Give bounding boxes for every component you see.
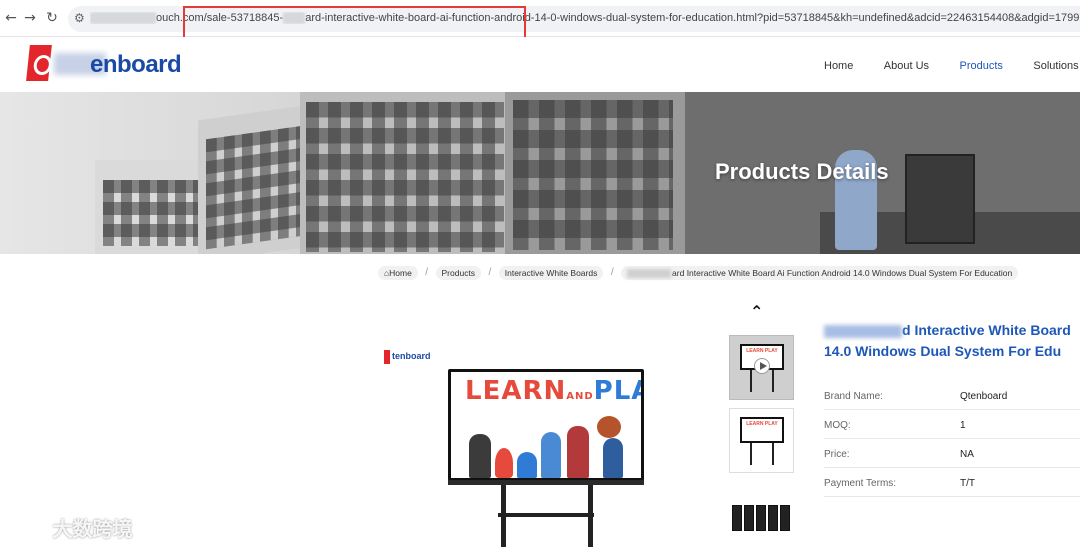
kid-figure [603, 438, 623, 478]
breadcrumb: ⌂Home / Products / Interactive White Boa… [378, 264, 1019, 282]
logo-text: enboard [90, 51, 182, 78]
breadcrumb-separator: / [488, 267, 492, 279]
site-logo[interactable]: enboard [26, 45, 182, 85]
kid-figure [567, 426, 589, 478]
thumbnail-image[interactable]: LEARN PLAY [729, 408, 794, 473]
brand-label: tenboard [392, 351, 431, 361]
play-icon[interactable] [754, 358, 770, 374]
watermark-logo-icon [9, 518, 46, 536]
hero-title: Products Details [715, 159, 889, 184]
kid-figure [469, 434, 491, 478]
nav-home[interactable]: Home [824, 60, 853, 72]
spec-row-brand: Brand Name: Qtenboard [824, 381, 1080, 410]
thumbnail-video[interactable]: LEARN PLAY [729, 335, 794, 400]
product-title: d Interactive White Board 14.0 Windows D… [824, 320, 1080, 362]
spec-label: Price: [824, 449, 850, 460]
spec-label: Payment Terms: [824, 478, 897, 489]
nav-products[interactable]: Products [960, 60, 1003, 72]
product-title-line1: d Interactive White Board [902, 322, 1071, 338]
spec-value: Qtenboard [960, 391, 1008, 402]
product-title-line2: 14.0 Windows Dual System For Edu [824, 343, 1062, 359]
hero-banner: Products Details [0, 92, 1080, 254]
breadcrumb-home-label: Home [389, 267, 412, 278]
kid-figure [541, 432, 561, 478]
breadcrumb-home[interactable]: ⌂Home [378, 265, 418, 280]
breadcrumb-separator: / [610, 267, 614, 279]
reload-icon[interactable]: ↻ [43, 9, 61, 27]
breadcrumb-redacted [627, 268, 672, 278]
building-image [300, 92, 510, 254]
watermark: 大数跨境 [8, 513, 132, 542]
product-brand-logo: tenboard [384, 350, 436, 364]
nav-solutions[interactable]: Solutions [1033, 60, 1078, 72]
breadcrumb-current: ard Interactive White Board Ai Function … [621, 265, 1019, 280]
browser-toolbar: ← → ↻ ⚙ xxxxxxxxxxxxouch.com/sale-537188… [0, 0, 1080, 37]
football-figure [597, 416, 621, 438]
board-screen: LEARNANDPLAY [451, 372, 641, 478]
nav-about-us[interactable]: About Us [884, 60, 929, 72]
spec-value: NA [960, 449, 974, 460]
url-redacted: xxxxxxxxxxxx [90, 12, 156, 24]
title-redacted [824, 324, 902, 338]
breadcrumb-interactive-white-boards[interactable]: Interactive White Boards [498, 265, 604, 280]
puzzle-figure [517, 452, 537, 478]
music-note-figure [495, 448, 513, 478]
screen-learn-play-text: LEARNANDPLAY [465, 376, 641, 406]
breadcrumb-products[interactable]: Products [435, 265, 482, 280]
logo-mark-icon [26, 45, 52, 81]
spec-value: 1 [960, 420, 966, 431]
spec-label: Brand Name: [824, 391, 883, 402]
lab-machine [905, 154, 975, 244]
main-nav: Home About Us Products Solutions Ne [824, 56, 1080, 74]
site-header: enboard Home About Us Products Solutions… [0, 37, 1080, 92]
building-image [95, 160, 205, 254]
spec-value: T/T [960, 478, 975, 489]
arrow-right-icon[interactable]: → [21, 9, 39, 27]
arrow-left-icon[interactable]: ← [2, 9, 20, 27]
spec-label: MOQ: [824, 420, 851, 431]
spec-row-price: Price: NA [824, 439, 1080, 468]
product-main-image[interactable]: LEARNANDPLAY [448, 369, 644, 481]
thumbnail-variants[interactable] [732, 505, 792, 535]
breadcrumb-separator: / [425, 267, 429, 279]
brand-mark-icon [384, 350, 390, 364]
breadcrumb-current-label: ard Interactive White Board Ai Function … [672, 267, 1013, 278]
watermark-text: 大数跨境 [52, 517, 133, 541]
spec-row-payment-terms: Payment Terms: T/T [824, 468, 1080, 497]
stand-bar [498, 513, 594, 517]
building-image [505, 92, 685, 254]
board-bezel [448, 480, 644, 485]
chevron-up-icon[interactable]: ⌃ [750, 302, 763, 321]
site-settings-icon[interactable]: ⚙ [74, 11, 85, 25]
thumbnail-board: LEARN PLAY [740, 417, 784, 443]
spec-row-moq: MOQ: 1 [824, 410, 1080, 439]
